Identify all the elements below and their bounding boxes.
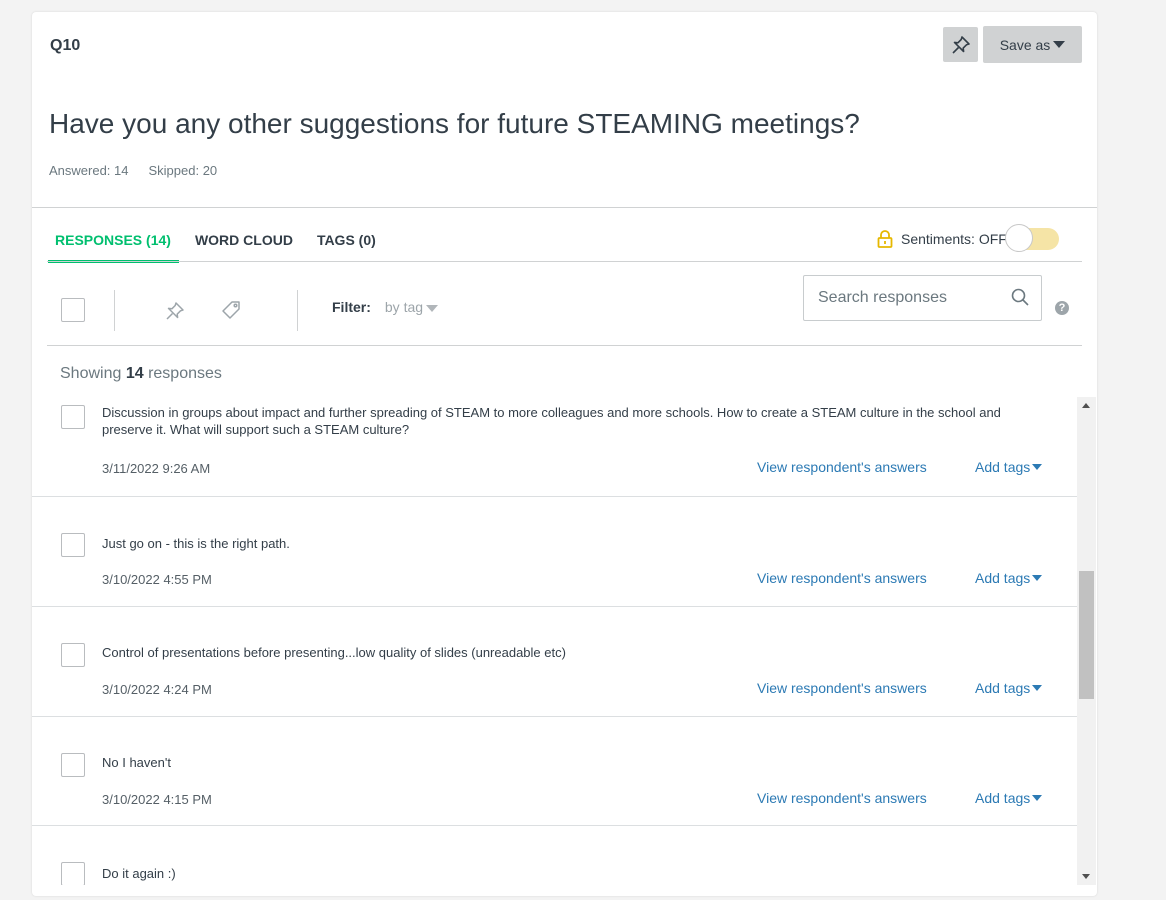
add-tags-button[interactable]: Add tags bbox=[975, 680, 1043, 696]
add-tags-label: Add tags bbox=[975, 570, 1031, 586]
filter-control[interactable]: Filter: by tag bbox=[332, 299, 439, 315]
filter-label: Filter: bbox=[332, 299, 371, 315]
response-count: 14 bbox=[125, 365, 144, 382]
pin-button[interactable] bbox=[943, 27, 978, 62]
add-tags-label: Add tags bbox=[975, 790, 1031, 806]
search-box bbox=[803, 275, 1042, 321]
sentiments-toggle[interactable] bbox=[1004, 224, 1059, 252]
view-answers-link[interactable]: View respondent's answers bbox=[757, 790, 927, 806]
response-checkbox[interactable] bbox=[61, 643, 85, 667]
search-icon[interactable] bbox=[1010, 287, 1030, 307]
view-answers-link[interactable]: View respondent's answers bbox=[757, 570, 927, 586]
sentiments-control: Sentiments: OFF bbox=[877, 224, 1059, 252]
toolbar-divider bbox=[47, 345, 1082, 346]
response-row: Do it again :) bbox=[32, 826, 1077, 885]
answered-count: Answered: 14 bbox=[49, 163, 129, 178]
response-row: Control of presentations before presenti… bbox=[32, 607, 1077, 717]
scroll-down-arrow-icon[interactable] bbox=[1082, 874, 1090, 879]
response-row: Just go on - this is the right path. 3/1… bbox=[32, 497, 1077, 607]
response-checkbox[interactable] bbox=[61, 405, 85, 429]
tab-bar: RESPONSES (14) WORD CLOUD TAGS (0) bbox=[48, 226, 392, 263]
scrollbar-thumb[interactable] bbox=[1079, 571, 1094, 699]
response-row: Discussion in groups about impact and fu… bbox=[32, 397, 1077, 497]
toolbar-separator bbox=[297, 290, 298, 331]
response-date: 3/10/2022 4:15 PM bbox=[102, 792, 212, 807]
scroll-up-arrow-icon[interactable] bbox=[1082, 403, 1090, 408]
response-date: 3/11/2022 9:26 AM bbox=[102, 461, 211, 476]
responses-scrollbar[interactable] bbox=[1077, 397, 1096, 885]
pin-icon bbox=[951, 35, 970, 54]
chevron-down-icon bbox=[1032, 464, 1043, 470]
response-date: 3/10/2022 4:55 PM bbox=[102, 572, 212, 587]
add-tags-button[interactable]: Add tags bbox=[975, 570, 1043, 586]
response-text: Discussion in groups about impact and fu… bbox=[102, 405, 1001, 437]
toolbar-separator bbox=[114, 290, 115, 331]
response-row: No I haven't 3/10/2022 4:15 PM View resp… bbox=[32, 717, 1077, 826]
tab-responses[interactable]: RESPONSES (14) bbox=[48, 226, 179, 263]
showing-suffix: responses bbox=[148, 365, 222, 382]
add-tags-button[interactable]: Add tags bbox=[975, 459, 1043, 475]
response-checkbox[interactable] bbox=[61, 862, 85, 885]
sentiments-label: Sentiments: OFF bbox=[901, 231, 1007, 247]
toggle-knob bbox=[1004, 224, 1033, 252]
chevron-down-icon bbox=[1032, 795, 1043, 801]
chevron-down-icon bbox=[426, 305, 439, 312]
response-text: Just go on - this is the right path. bbox=[102, 536, 290, 551]
response-date: 3/10/2022 4:24 PM bbox=[102, 682, 212, 697]
response-text: Control of presentations before presenti… bbox=[102, 645, 566, 660]
question-title: Have you any other suggestions for futur… bbox=[49, 108, 860, 139]
add-tags-label: Add tags bbox=[975, 680, 1031, 696]
responses-list: Discussion in groups about impact and fu… bbox=[32, 397, 1077, 885]
header-divider bbox=[32, 207, 1097, 208]
skipped-count: Skipped: 20 bbox=[148, 163, 218, 178]
lock-icon bbox=[877, 230, 893, 248]
response-checkbox[interactable] bbox=[61, 753, 85, 777]
view-answers-link[interactable]: View respondent's answers bbox=[757, 459, 927, 475]
showing-prefix: Showing bbox=[60, 365, 122, 382]
showing-count: Showing 14 responses bbox=[60, 365, 222, 383]
tab-word-cloud[interactable]: WORD CLOUD bbox=[187, 226, 301, 260]
save-as-button[interactable]: Save as bbox=[983, 26, 1082, 63]
response-checkbox[interactable] bbox=[61, 533, 85, 557]
chevron-down-icon bbox=[1053, 41, 1066, 48]
responses-toolbar: Filter: by tag ? bbox=[32, 262, 1097, 346]
response-text: No I haven't bbox=[102, 755, 171, 770]
tab-tags[interactable]: TAGS (0) bbox=[309, 226, 384, 260]
chevron-down-icon bbox=[1032, 575, 1043, 581]
add-tags-button[interactable]: Add tags bbox=[975, 790, 1043, 806]
chevron-down-icon bbox=[1032, 685, 1043, 691]
save-as-label: Save as bbox=[999, 36, 1051, 53]
select-all-checkbox[interactable] bbox=[61, 298, 85, 322]
question-number: Q10 bbox=[50, 37, 81, 54]
help-icon[interactable]: ? bbox=[1055, 301, 1069, 315]
filter-value: by tag bbox=[384, 299, 424, 315]
tag-icon[interactable] bbox=[221, 300, 241, 320]
question-card: Q10 Save as Have you any other suggestio… bbox=[32, 12, 1097, 896]
response-text: Do it again :) bbox=[102, 866, 176, 881]
question-stats: Answered: 14 Skipped: 20 bbox=[49, 163, 217, 178]
pin-icon[interactable] bbox=[165, 301, 185, 321]
add-tags-label: Add tags bbox=[975, 459, 1031, 475]
search-input[interactable] bbox=[818, 287, 998, 309]
view-answers-link[interactable]: View respondent's answers bbox=[757, 680, 927, 696]
